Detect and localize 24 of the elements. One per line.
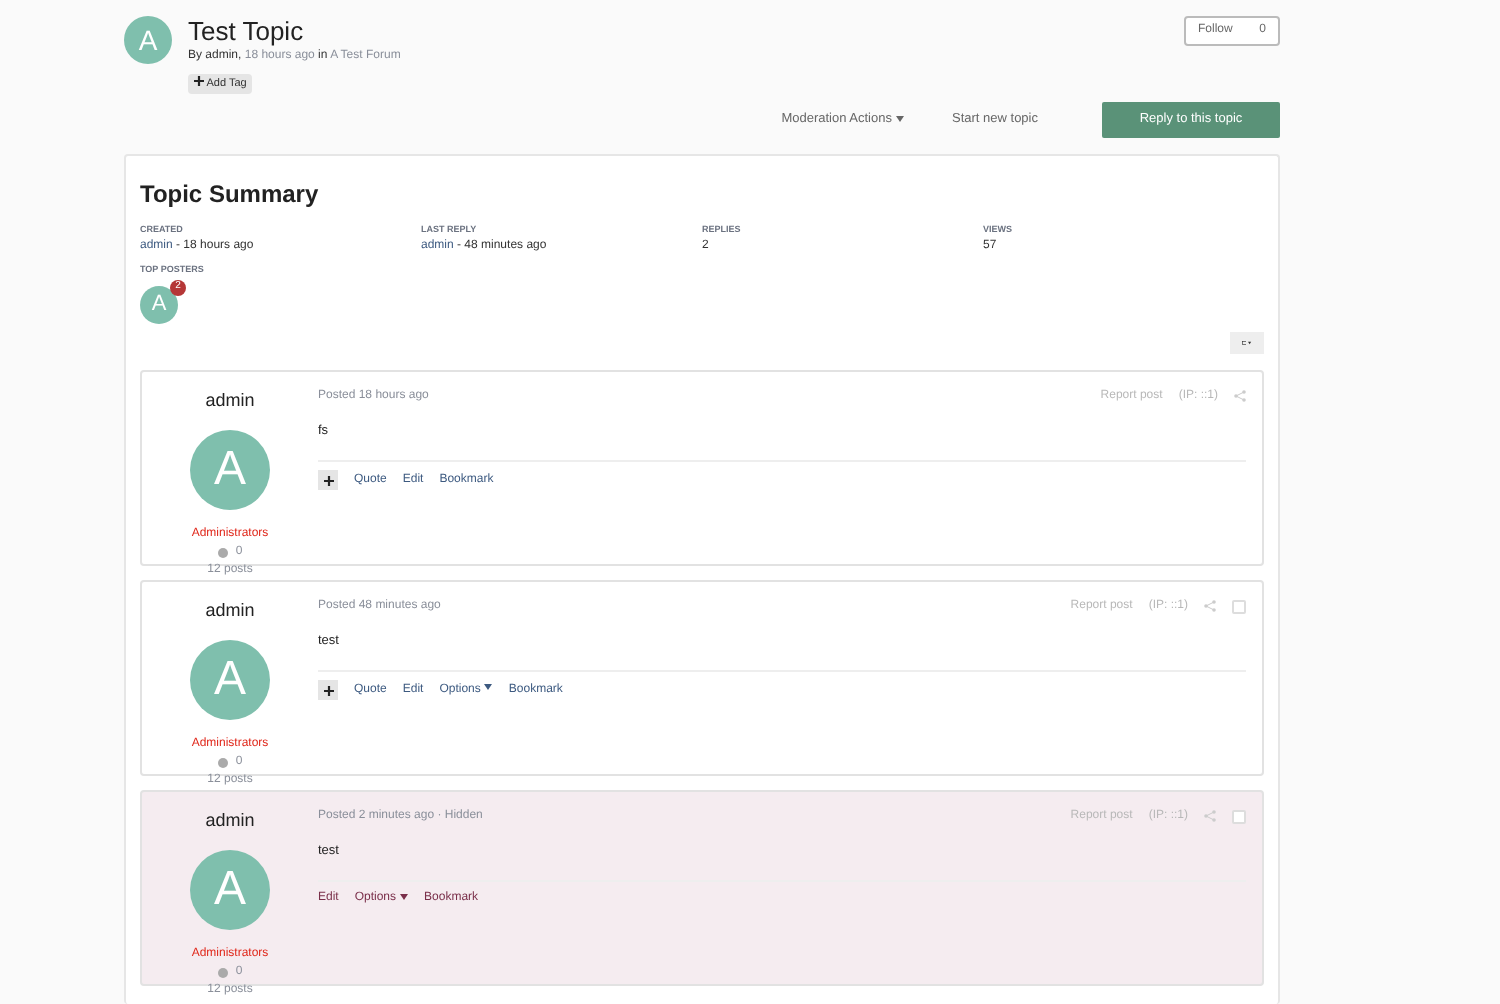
expand-button[interactable]	[318, 470, 338, 491]
share-icon[interactable]	[1204, 810, 1216, 823]
author-name: admin	[205, 387, 255, 414]
plus-icon	[194, 76, 204, 87]
user-avatar: A	[124, 16, 172, 64]
caret-icon	[896, 115, 904, 122]
caret-icon	[1248, 339, 1252, 346]
share-icon[interactable]	[1234, 390, 1246, 403]
plus-icon	[323, 685, 333, 696]
reputation-icon	[217, 548, 228, 559]
share-icon[interactable]	[1204, 600, 1216, 613]
view-mode-button[interactable]	[1230, 331, 1264, 354]
summary-title: Topic Summary	[140, 178, 321, 213]
expand-button[interactable]	[318, 680, 338, 701]
caret-icon	[400, 893, 409, 900]
select-checkbox[interactable]	[1232, 809, 1246, 824]
author-name: admin	[205, 597, 255, 624]
author-name: admin	[205, 807, 255, 834]
plus-icon	[323, 475, 333, 486]
select-checkbox[interactable]	[1232, 599, 1246, 614]
reputation-icon	[217, 758, 228, 769]
reputation-icon	[217, 968, 228, 979]
caret-icon	[484, 684, 493, 691]
topic-title: Test Topic	[188, 16, 306, 48]
